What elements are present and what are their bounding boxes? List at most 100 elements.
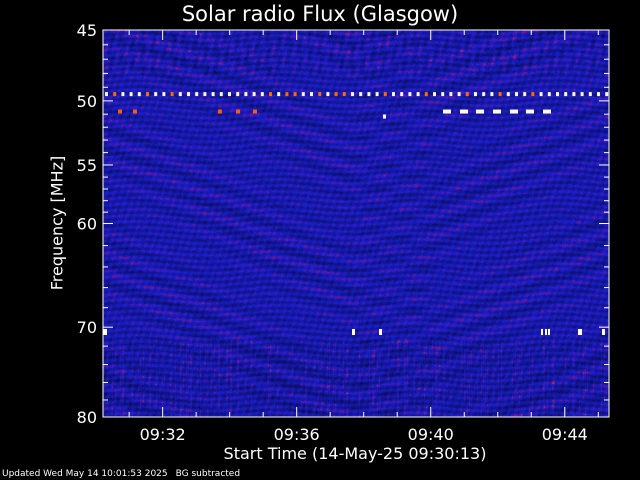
rfi-spot bbox=[352, 328, 355, 335]
rfi-dot bbox=[310, 92, 313, 97]
rfi-dot bbox=[449, 92, 453, 97]
rfi-dot bbox=[244, 92, 248, 97]
rfi-spot bbox=[383, 114, 386, 119]
rfi-dot bbox=[490, 92, 494, 97]
rfi-dot bbox=[359, 92, 363, 97]
rfi-spot bbox=[541, 328, 543, 335]
rfi-dot bbox=[269, 92, 272, 97]
rfi-dot bbox=[408, 92, 412, 97]
x-tick-label: 09:32 bbox=[140, 425, 186, 444]
spectrogram-figure: Solar radio Flux (Glasgow) 45 50 55 60 70 80 0… bbox=[0, 0, 640, 480]
rfi-dot bbox=[433, 92, 436, 97]
rfi-spot bbox=[578, 328, 582, 335]
rfi-dot bbox=[531, 92, 535, 97]
rfi-dot bbox=[392, 92, 395, 97]
rfi-dot bbox=[195, 92, 199, 97]
rfi-dot bbox=[564, 92, 568, 97]
rfi-spot bbox=[510, 109, 518, 114]
rfi-dot bbox=[457, 92, 461, 97]
rfi-dot bbox=[580, 92, 584, 97]
rfi-dot bbox=[383, 92, 387, 97]
y-tick-label: 50 bbox=[77, 92, 97, 111]
rfi-dot bbox=[351, 92, 354, 97]
rfi-dot bbox=[277, 92, 281, 97]
rfi-dot bbox=[301, 92, 305, 97]
rfi-dot bbox=[605, 92, 609, 97]
rfi-spot bbox=[602, 328, 605, 335]
rfi-dot bbox=[515, 92, 518, 97]
rfi-spot bbox=[133, 109, 137, 114]
rfi-dot bbox=[400, 92, 404, 97]
rfi-spot bbox=[548, 328, 550, 335]
rfi-dot bbox=[219, 92, 223, 97]
rfi-spot bbox=[545, 328, 547, 335]
rfi-dot bbox=[228, 92, 231, 97]
bg-subtracted-note: BG subtracted bbox=[175, 469, 241, 479]
rfi-dot bbox=[121, 92, 125, 97]
x-tick-label: 09:36 bbox=[274, 425, 320, 444]
y-axis-label: Frequency [MHz] bbox=[47, 155, 67, 291]
updated-timestamp: Updated Wed May 14 10:01:53 2025 bbox=[2, 469, 168, 479]
rfi-dot bbox=[334, 92, 338, 97]
rfi-dot bbox=[105, 92, 108, 97]
rfi-dot bbox=[285, 92, 289, 97]
rfi-dot bbox=[441, 92, 445, 97]
rfi-dot bbox=[375, 92, 379, 97]
y-tick-label: 45 bbox=[77, 21, 97, 40]
y-tick-label: 55 bbox=[77, 156, 97, 175]
rfi-dot bbox=[572, 92, 576, 97]
rfi-spot bbox=[236, 109, 240, 114]
rfi-spot bbox=[543, 109, 551, 114]
rfi-dot bbox=[416, 92, 420, 97]
rfi-dot bbox=[523, 92, 527, 97]
y-tick-label: 70 bbox=[77, 318, 97, 337]
rfi-dot bbox=[252, 92, 256, 97]
rfi-spot bbox=[476, 109, 484, 114]
rfi-dot bbox=[424, 92, 428, 97]
rfi-spot bbox=[443, 109, 451, 114]
rfi-spot bbox=[218, 109, 222, 114]
rfi-dot bbox=[178, 92, 182, 97]
rfi-spot bbox=[493, 109, 501, 114]
rfi-spot bbox=[379, 328, 382, 335]
y-tick-label: 60 bbox=[77, 215, 97, 234]
rfi-dot bbox=[146, 92, 149, 97]
rfi-dot bbox=[129, 92, 133, 97]
rfi-dot bbox=[113, 92, 117, 97]
rfi-dot bbox=[260, 92, 264, 97]
rfi-spot bbox=[253, 109, 257, 114]
rfi-spot bbox=[526, 109, 534, 114]
rfi-dot bbox=[211, 92, 215, 97]
rfi-dot bbox=[326, 92, 330, 97]
x-tick-label: 09:44 bbox=[542, 425, 588, 444]
x-tick-label: 09:40 bbox=[408, 425, 454, 444]
rfi-spot bbox=[118, 109, 122, 114]
rfi-dot bbox=[162, 92, 166, 97]
rfi-dot bbox=[170, 92, 174, 97]
rfi-dot bbox=[588, 92, 592, 97]
rfi-dot bbox=[506, 92, 510, 97]
spectrogram-image bbox=[103, 30, 609, 417]
rfi-spot bbox=[103, 328, 107, 335]
rfi-dot bbox=[236, 92, 240, 97]
rfi-dot bbox=[187, 92, 190, 97]
x-axis-label: Start Time (14-May-25 09:30:13) bbox=[223, 444, 487, 463]
rfi-dot bbox=[465, 92, 469, 97]
rfi-dot bbox=[556, 92, 559, 97]
rfi-dot bbox=[318, 92, 322, 97]
rfi-dot bbox=[137, 92, 141, 97]
rfi-dot bbox=[547, 92, 551, 97]
rfi-dot bbox=[539, 92, 543, 97]
footer: Updated Wed May 14 10:01:53 2025 BG subtr… bbox=[2, 469, 248, 479]
rfi-dot bbox=[482, 92, 486, 97]
rfi-spot bbox=[460, 109, 468, 114]
rfi-dot bbox=[154, 92, 158, 97]
spectrogram-plot: 45 50 55 60 70 80 09:32 09:36 09:40 09:44 bbox=[77, 21, 610, 444]
y-tick-label: 80 bbox=[77, 408, 97, 427]
rfi-dot bbox=[367, 92, 371, 97]
rfi-dot bbox=[597, 92, 600, 97]
rfi-dot bbox=[293, 92, 297, 97]
rfi-dot bbox=[474, 92, 477, 97]
rfi-dot bbox=[498, 92, 502, 97]
rfi-dot bbox=[203, 92, 207, 97]
